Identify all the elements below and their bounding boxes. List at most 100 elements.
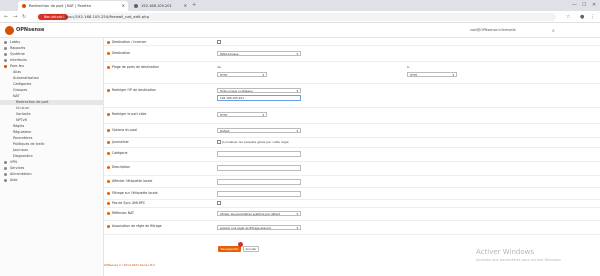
sidebar-item-settings[interactable]: Paramètres bbox=[0, 136, 104, 141]
info-icon[interactable] bbox=[107, 202, 110, 205]
main-form: Destination / inverser Destination WAN a… bbox=[104, 38, 600, 276]
chart-icon bbox=[4, 47, 7, 50]
info-icon[interactable] bbox=[107, 212, 110, 215]
sidebar-item-nptv6[interactable]: NPTv6 bbox=[0, 118, 104, 123]
sidebar-item-traffic-policies[interactable]: Politiques de trafic bbox=[0, 142, 104, 147]
windows-activation-title: Activer Windows bbox=[476, 248, 535, 256]
user-menu[interactable]: root@OPNsense.informatik bbox=[470, 28, 516, 32]
info-icon[interactable] bbox=[107, 166, 110, 169]
sidebar-item-firewall[interactable]: Pare-feu bbox=[0, 64, 104, 69]
chevron-down-icon: ▾ bbox=[262, 73, 264, 77]
sidebar-item-outbound[interactable]: Sortante bbox=[0, 112, 104, 117]
url-input[interactable]: Non sécurisé https://192.168.105.254/fir… bbox=[36, 13, 556, 21]
cancel-button[interactable]: Annuler bbox=[243, 246, 259, 252]
tab-title: 192.168.105.201 bbox=[141, 4, 172, 8]
sidebar-item-one-to-one[interactable]: Un-à-un bbox=[0, 106, 104, 111]
redirect-ip-type-select[interactable]: Hôte unique ou Réseau ▾ bbox=[217, 88, 301, 93]
no-xmlrpc-checkbox[interactable] bbox=[217, 201, 221, 205]
save-button[interactable]: Sauvegarder bbox=[218, 246, 241, 252]
maximize-icon[interactable]: ☐ bbox=[582, 1, 586, 9]
row-filter-assoc: Association de règle de filtrage Ajouter… bbox=[104, 221, 600, 235]
destination-inverse-checkbox[interactable] bbox=[217, 40, 221, 44]
info-icon[interactable] bbox=[107, 152, 110, 155]
sidebar-item-reports[interactable]: Rapports bbox=[0, 46, 104, 51]
nat-reflection-select[interactable]: Utiliser les paramètres système par défa… bbox=[217, 211, 301, 216]
gear-icon bbox=[4, 53, 7, 56]
sidebar-item-automation[interactable]: Automatisation bbox=[0, 76, 104, 81]
sidebar-item-nat[interactable]: NAT bbox=[0, 94, 104, 99]
close-window-icon[interactable]: ✕ bbox=[592, 1, 596, 9]
sidebar-item-help[interactable]: Aide bbox=[0, 178, 104, 183]
chevron-down-icon: ▾ bbox=[296, 129, 298, 133]
row-description: Description bbox=[104, 162, 600, 176]
pool-options-select[interactable]: Défaut ▾ bbox=[217, 128, 301, 133]
browser-tab-nat[interactable]: Redirection de port | NAT | Parefeu ✕ bbox=[18, 1, 128, 11]
sidebar-item-system[interactable]: Système bbox=[0, 52, 104, 57]
sidebar-item-logs[interactable]: Journaux bbox=[0, 148, 104, 153]
menu-icon[interactable]: ⋮ bbox=[590, 13, 595, 21]
sidebar-item-services[interactable]: Services bbox=[0, 166, 104, 171]
redirect-ip-input[interactable]: 192.168.105.201 bbox=[217, 95, 301, 101]
row-destination-inverse: Destination / inverser bbox=[104, 38, 600, 46]
info-icon[interactable] bbox=[107, 41, 110, 44]
browser-tab-host[interactable]: 192.168.105.201 ✕ bbox=[130, 1, 190, 11]
info-icon[interactable] bbox=[107, 225, 110, 228]
sidebar-item-categories[interactable]: Catégories bbox=[0, 82, 104, 87]
filter-assoc-select[interactable]: Ajouter une règle de filtrage associé ▾ bbox=[217, 225, 301, 230]
reload-icon[interactable]: ↻ bbox=[22, 13, 26, 21]
sidebar-item-port-forward[interactable]: Redirection de port bbox=[0, 100, 104, 105]
network-icon bbox=[4, 59, 7, 62]
close-tab-icon[interactable]: ✕ bbox=[122, 1, 125, 11]
sidebar-item-shaper[interactable]: Régulateur bbox=[0, 130, 104, 135]
dest-port-from-select[interactable]: HTTP ▾ bbox=[217, 72, 267, 77]
redirect-port-select[interactable]: HTTP ▾ bbox=[217, 112, 267, 117]
new-tab-icon[interactable]: + bbox=[192, 1, 196, 9]
sidebar-item-diagnostics[interactable]: Diagnostics bbox=[0, 154, 104, 159]
label-set-tag: Affecter l'étiquette locale bbox=[112, 179, 153, 183]
log-checkbox[interactable] bbox=[217, 140, 221, 144]
chevron-down-icon: ▾ bbox=[296, 212, 298, 216]
destination-select[interactable]: WAN adresse ▾ bbox=[217, 51, 301, 56]
app-header: OPNsense root@OPNsense.informatik ⌕ bbox=[0, 24, 600, 38]
info-icon[interactable] bbox=[107, 52, 110, 55]
fire-icon bbox=[4, 65, 7, 68]
set-tag-input[interactable] bbox=[217, 179, 301, 185]
chevron-down-icon: ▾ bbox=[262, 113, 264, 117]
search-icon[interactable]: ⌕ bbox=[552, 27, 555, 35]
sidebar-item-interfaces[interactable]: Interfaces bbox=[0, 58, 104, 63]
match-tag-input[interactable] bbox=[217, 191, 301, 197]
sidebar-item-groups[interactable]: Groupes bbox=[0, 88, 104, 93]
app-logo[interactable]: OPNsense bbox=[16, 27, 44, 33]
close-tab-icon[interactable]: ✕ bbox=[184, 1, 187, 11]
info-icon[interactable] bbox=[107, 141, 110, 144]
minimize-icon[interactable]: — bbox=[572, 1, 577, 9]
label-nat-reflection: Réflexion NAT bbox=[112, 211, 134, 215]
dest-port-to-select[interactable]: HTTP ▾ bbox=[407, 72, 457, 77]
row-redirect-ip: Rediriger l'IP de destination Hôte uniqu… bbox=[104, 84, 600, 108]
url-text: https://192.168.105.254/firewall_nat_edi… bbox=[62, 14, 149, 19]
description-input[interactable] bbox=[217, 165, 301, 171]
row-redirect-port: Rediriger le port cible HTTP ▾ bbox=[104, 108, 600, 124]
sidebar-item-alias[interactable]: Alias bbox=[0, 70, 104, 75]
info-icon[interactable] bbox=[107, 89, 110, 92]
info-icon[interactable] bbox=[107, 66, 110, 69]
category-input[interactable] bbox=[217, 151, 301, 157]
address-bar: ← → ↻ Non sécurisé https://192.168.105.2… bbox=[0, 11, 600, 23]
forward-icon[interactable]: → bbox=[13, 13, 17, 21]
info-icon[interactable] bbox=[107, 180, 110, 183]
info-icon[interactable] bbox=[107, 129, 110, 132]
row-dest-port-range: Plage de ports de destination de: à: HTT… bbox=[104, 62, 600, 84]
sidebar-item-power[interactable]: Alimentation bbox=[0, 172, 104, 177]
back-icon[interactable]: ← bbox=[4, 13, 8, 21]
sidebar-item-vpn[interactable]: VPN bbox=[0, 160, 104, 165]
sidebar-item-rules[interactable]: Règles bbox=[0, 124, 104, 129]
info-icon[interactable] bbox=[107, 113, 110, 116]
label-from: de: bbox=[217, 65, 222, 69]
lock-icon bbox=[4, 161, 7, 164]
row-nat-reflection: Réflexion NAT Utiliser les paramètres sy… bbox=[104, 208, 600, 221]
globe-icon bbox=[134, 4, 138, 8]
sidebar-item-lobby[interactable]: Lobby bbox=[0, 40, 104, 45]
star-icon[interactable]: ☆ bbox=[566, 13, 570, 21]
info-icon[interactable] bbox=[107, 192, 110, 195]
profile-icon[interactable]: ● bbox=[580, 13, 584, 21]
